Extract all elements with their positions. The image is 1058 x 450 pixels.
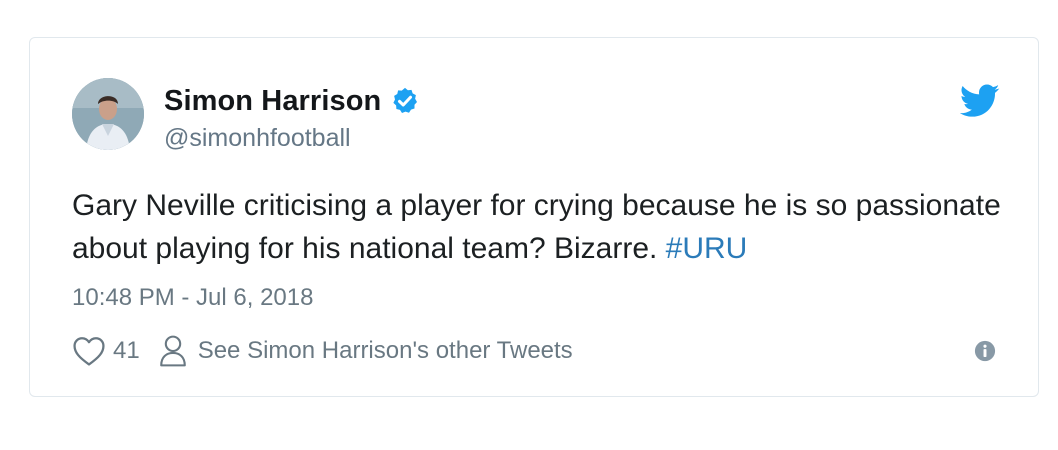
- see-other-tweets-link[interactable]: See Simon Harrison's other Tweets: [198, 337, 573, 365]
- info-icon[interactable]: [974, 340, 996, 362]
- like-count[interactable]: 41: [113, 337, 140, 365]
- tweet-text: Gary Neville criticising a player for cr…: [72, 184, 1002, 270]
- tweet-actions: 41 See Simon Harrison's other Tweets: [72, 334, 573, 368]
- twitter-bird-icon[interactable]: [960, 84, 1000, 118]
- hashtag-link[interactable]: #URU: [666, 232, 748, 265]
- tweet-card: Simon Harrison @simonhfootball Gary Nevi…: [29, 37, 1039, 397]
- author-handle[interactable]: @simonhfootball: [164, 124, 351, 153]
- tweet-timestamp[interactable]: 10:48 PM - Jul 6, 2018: [72, 284, 313, 312]
- tweet-text-body: Gary Neville criticising a player for cr…: [72, 189, 1001, 265]
- person-icon: [159, 335, 186, 367]
- heart-icon[interactable]: [72, 335, 106, 367]
- verified-badge-icon: [393, 87, 418, 113]
- avatar-image: [72, 78, 144, 150]
- avatar[interactable]: [72, 78, 144, 150]
- author-name-row: Simon Harrison: [164, 84, 420, 118]
- author-display-name[interactable]: Simon Harrison: [164, 85, 381, 118]
